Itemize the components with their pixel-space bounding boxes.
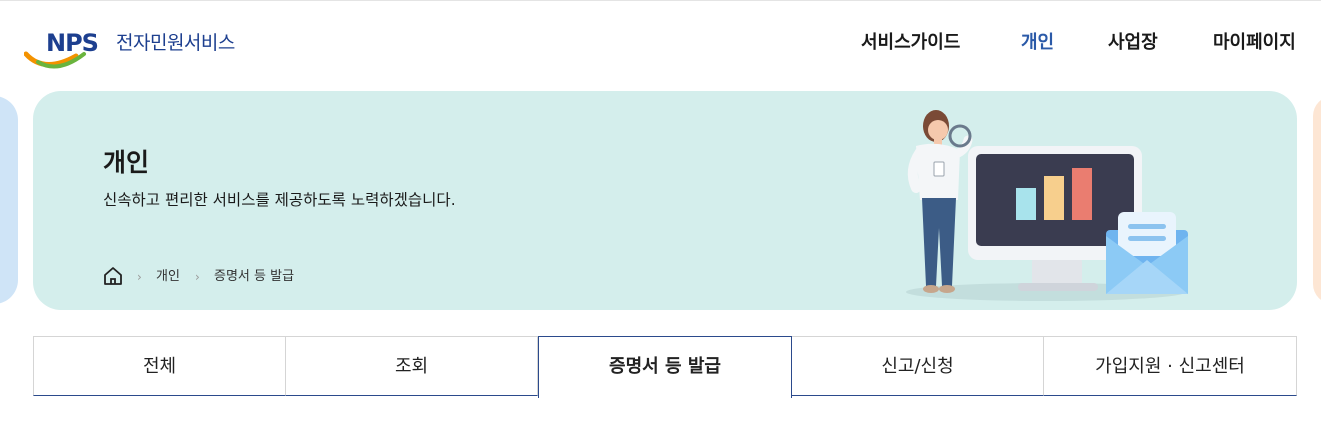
- page-subtitle: 신속하고 편리한 서비스를 제공하도록 노력하겠습니다.: [103, 191, 456, 209]
- logo-abbr: NPS: [46, 29, 99, 57]
- category-tabs: 전체 조회 증명서 등 발급 신고/신청 가입지원 · 신고센터: [33, 336, 1297, 398]
- nav-personal[interactable]: 개인: [1021, 30, 1054, 56]
- chevron-right-icon: ›: [137, 270, 142, 284]
- breadcrumb-item-personal[interactable]: 개인: [156, 266, 180, 288]
- nav-workplace[interactable]: 사업장: [1108, 30, 1158, 56]
- banner-illustration: [896, 100, 1206, 305]
- tab-certificate-issuance[interactable]: 증명서 등 발급: [538, 336, 792, 398]
- page-title: 개인: [103, 148, 150, 177]
- nav-service-guide[interactable]: 서비스가이드: [861, 30, 960, 56]
- breadcrumb-item-current: 증명서 등 발급: [214, 269, 295, 284]
- tab-enrollment-support[interactable]: 가입지원 · 신고센터: [1043, 336, 1297, 396]
- chevron-right-icon: ›: [195, 270, 200, 284]
- top-divider: [0, 0, 1321, 1]
- right-decoration: [1313, 96, 1321, 304]
- tab-inquiry[interactable]: 조회: [285, 336, 538, 396]
- nav-mypage[interactable]: 마이페이지: [1213, 30, 1296, 56]
- tab-all[interactable]: 전체: [33, 336, 286, 396]
- tab-report-application[interactable]: 신고/신청: [791, 336, 1044, 396]
- left-decoration: [0, 96, 18, 304]
- nps-logo[interactable]: NPS 전자민원서비스: [24, 28, 284, 72]
- logo-service-name: 전자민원서비스: [116, 32, 235, 54]
- home-icon[interactable]: [103, 266, 123, 294]
